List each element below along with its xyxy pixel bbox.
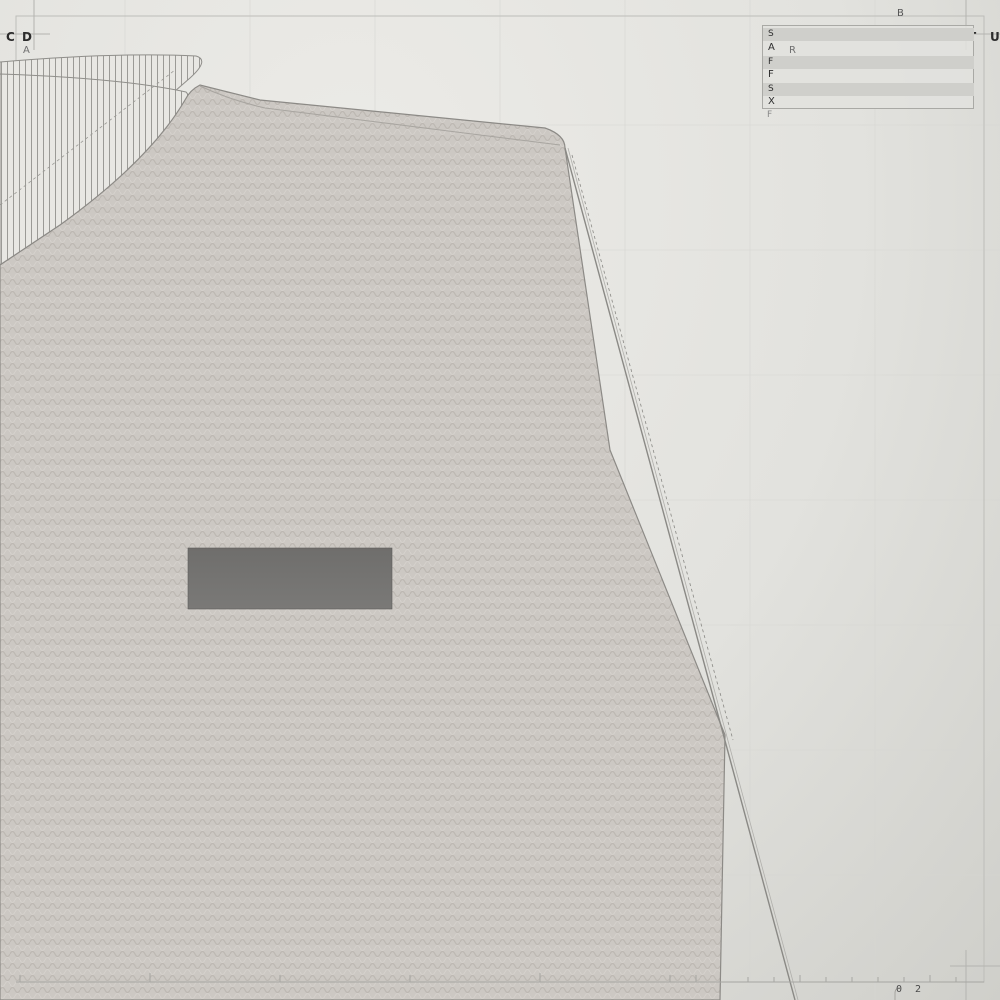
label-d: D — [22, 30, 32, 44]
legend-row: F — [763, 56, 974, 69]
label-u: U — [990, 30, 1000, 44]
legend-item-label: S — [768, 84, 774, 94]
label-a: A — [23, 45, 30, 56]
label-zero: 0 — [896, 984, 903, 995]
legend-item-label: F — [768, 57, 774, 67]
canvas: C D A B T U S A F F S X R F 0 2 — [0, 0, 1000, 1000]
legend-trailing-label: F — [767, 110, 773, 120]
label-two: 2 — [915, 984, 922, 995]
dark-label-rectangle — [187, 547, 393, 610]
legend-item-label: S — [768, 29, 774, 39]
legend-note-r: R — [789, 45, 796, 56]
legend-row: S — [763, 83, 974, 96]
legend-row: F — [763, 69, 974, 82]
legend-row: S — [763, 28, 974, 41]
legend-item-label: F — [768, 69, 774, 80]
legend-row: X — [763, 96, 974, 109]
legend-item-label: X — [768, 96, 775, 107]
label-c: C — [6, 30, 15, 44]
legend-panel: S A F F S X — [762, 25, 974, 109]
legend-item-label: A — [768, 42, 775, 53]
artwork — [0, 0, 1000, 1000]
knit-garment-shape — [0, 84, 726, 1000]
label-b: B — [897, 8, 904, 19]
